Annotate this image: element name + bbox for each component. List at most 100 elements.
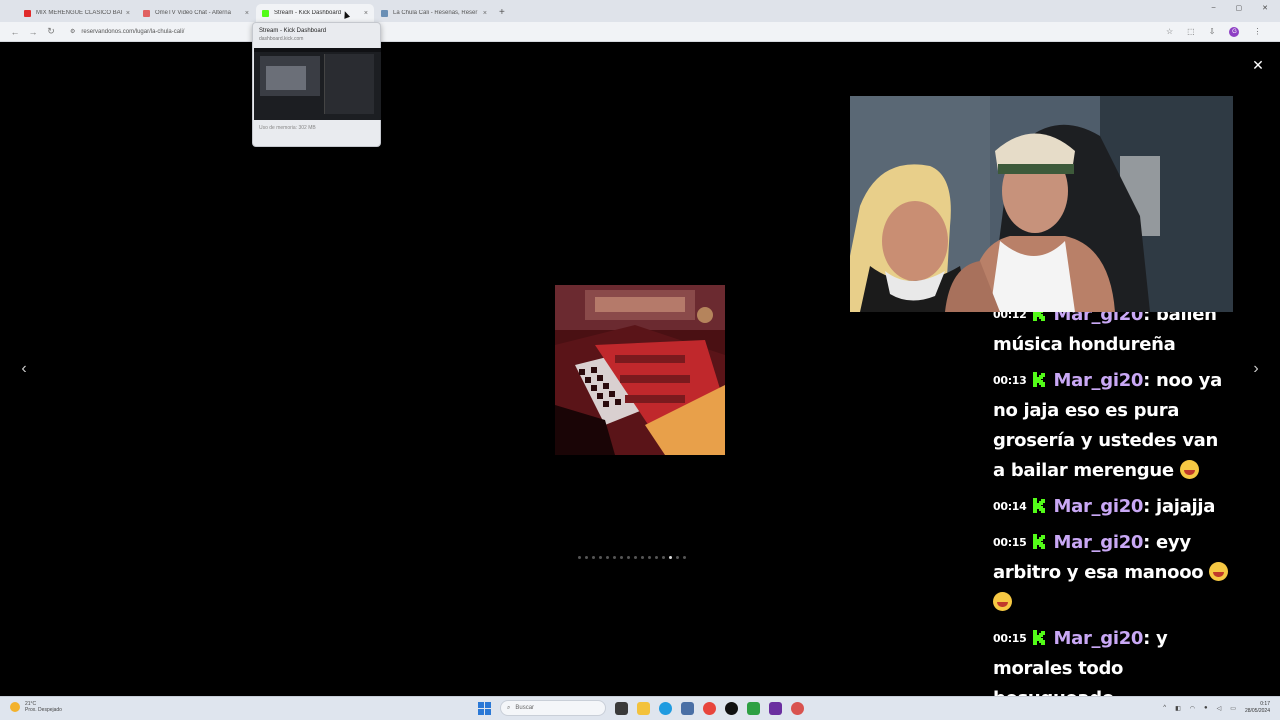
chat-message: 00:14 Mar_gi20: jajajja xyxy=(993,492,1233,522)
chrome-icon[interactable] xyxy=(703,701,716,715)
pagination-dot[interactable] xyxy=(585,556,588,559)
reload-icon[interactable]: ↻ xyxy=(42,26,60,37)
pagination-dot[interactable] xyxy=(662,556,665,559)
obs-icon[interactable] xyxy=(769,701,782,715)
pagination-dot[interactable] xyxy=(669,556,672,559)
site-info-icon[interactable]: ⚙ xyxy=(70,28,75,35)
ometv-icon xyxy=(143,9,150,17)
pagination-dot[interactable] xyxy=(613,556,616,559)
chat-timestamp: 00:15 xyxy=(993,536,1027,549)
kick-badge-icon xyxy=(1032,630,1045,645)
pagination-dot[interactable] xyxy=(655,556,658,559)
edge-icon[interactable] xyxy=(659,701,672,715)
laughing-emoji-icon xyxy=(993,592,1012,611)
screen: MIX MERENGUE CLASICO BAI... × OmeTV Vide… xyxy=(0,0,1280,720)
tray-chevron-icon[interactable]: ^ xyxy=(1163,705,1166,711)
taskbar-search[interactable]: ⌕ Buscar xyxy=(500,700,606,716)
chat-username[interactable]: Mar_gi20 xyxy=(1054,370,1144,391)
next-image-button[interactable]: › xyxy=(1248,360,1264,378)
search-icon: ⌕ xyxy=(507,704,511,711)
close-tab-icon[interactable]: × xyxy=(245,10,249,17)
chat-username[interactable]: Mar_gi20 xyxy=(1054,532,1144,553)
minimize-button[interactable]: – xyxy=(1212,4,1216,12)
chat-message: 00:12 Mar_gi20: bailen música hondureña xyxy=(993,312,1233,360)
wifi-icon[interactable]: ◠ xyxy=(1190,705,1195,712)
weather-widget[interactable]: 21°C Prox. Despejado xyxy=(10,701,62,713)
maximize-button[interactable]: ▢ xyxy=(1236,4,1243,12)
url-field[interactable]: ⚙ reservandonos.com/lugar/la-chula-cali/ xyxy=(66,25,1156,39)
close-tab-icon[interactable]: × xyxy=(483,10,487,17)
window-controls: – ▢ ✕ xyxy=(1212,4,1268,12)
pagination-dot[interactable] xyxy=(683,556,686,559)
tiktok-icon[interactable] xyxy=(725,701,738,715)
preview-thumbnail xyxy=(254,48,381,120)
kick-badge-icon xyxy=(1032,312,1045,321)
windows-start-icon[interactable] xyxy=(478,701,491,715)
kick-badge-icon xyxy=(1032,372,1045,387)
volume-icon[interactable]: ◁ xyxy=(1217,705,1222,712)
system-clock[interactable]: 0:17 28/05/2024 xyxy=(1245,701,1270,715)
preview-title: Stream - Kick Dashboard xyxy=(259,28,327,34)
chat-username[interactable]: Mar_gi20 xyxy=(1054,312,1144,325)
chat-message: 00:15 Mar_gi20: eyy arbitro y esa manooo xyxy=(993,528,1233,618)
store-icon[interactable] xyxy=(681,701,694,715)
back-icon[interactable]: ← xyxy=(6,27,24,37)
kick-chat-overlay: 00:12 Mar_gi20: bailen música hondureña 00… xyxy=(993,312,1233,696)
chat-text: : jajajja xyxy=(1143,496,1216,517)
app-icon[interactable] xyxy=(791,701,804,715)
browser-tab-3[interactable]: Stream - Kick Dashboard × xyxy=(256,4,374,22)
extensions-icon[interactable]: ⬚ xyxy=(1187,27,1195,36)
browser-tab-4[interactable]: La Chula Cali - Reseñas, Reser × xyxy=(375,4,493,22)
pagination-dot[interactable] xyxy=(578,556,581,559)
pagination-dot[interactable] xyxy=(627,556,630,559)
venue-photo xyxy=(555,285,725,455)
pagination-dot[interactable] xyxy=(606,556,609,559)
close-tab-icon[interactable]: × xyxy=(126,10,130,17)
address-bar: ← → ↻ ⚙ reservandonos.com/lugar/la-chula… xyxy=(0,22,1280,42)
forward-icon[interactable]: → xyxy=(24,27,42,37)
taskbar-apps: ⌕ Buscar xyxy=(478,700,804,716)
battery-icon[interactable]: ▭ xyxy=(1230,705,1236,712)
close-tab-icon[interactable]: × xyxy=(364,10,368,17)
url-text: reservandonos.com/lugar/la-chula-cali/ xyxy=(81,28,185,35)
mic-icon[interactable]: ● xyxy=(1204,705,1208,711)
pagination-dot[interactable] xyxy=(599,556,602,559)
tab-hover-preview: Stream - Kick Dashboard dashboard.kick.c… xyxy=(252,22,381,147)
venue-interior-illustration xyxy=(555,285,725,455)
network-icon[interactable]: ◧ xyxy=(1175,705,1181,712)
close-window-button[interactable]: ✕ xyxy=(1262,4,1268,12)
bookmark-star-icon[interactable]: ☆ xyxy=(1166,27,1173,36)
task-view-icon[interactable] xyxy=(615,701,628,715)
windows-taskbar: 21°C Prox. Despejado ⌕ Buscar ^ ◧ ◠ ● ◁ … xyxy=(0,696,1280,720)
pagination-dot[interactable] xyxy=(641,556,644,559)
chat-username[interactable]: Mar_gi20 xyxy=(1054,628,1144,649)
streamer-webcam xyxy=(850,96,1233,312)
pagination-dot[interactable] xyxy=(592,556,595,559)
previous-image-button[interactable]: ‹ xyxy=(16,360,32,378)
file-explorer-icon[interactable] xyxy=(637,701,650,715)
chat-message: 00:15Mar_gi20: y morales todo besuqueado xyxy=(993,624,1233,696)
browser-tab-2[interactable]: OmeTV Video Chat - Alterna × xyxy=(137,4,255,22)
pagination-dot[interactable] xyxy=(620,556,623,559)
chat-timestamp: 00:13 xyxy=(993,374,1027,387)
tab-title: La Chula Cali - Reseñas, Reser xyxy=(393,10,478,16)
chat-username[interactable]: Mar_gi20 xyxy=(1054,496,1144,517)
browser-tab-1[interactable]: MIX MERENGUE CLASICO BAI... × xyxy=(18,4,136,22)
webcam-scene-illustration xyxy=(850,96,1233,312)
pagination-dot[interactable] xyxy=(648,556,651,559)
toolbar-icons: ☆ ⬚ ⇩ G ⋮ xyxy=(1166,26,1261,37)
chat-timestamp: 00:14 xyxy=(993,500,1027,513)
menu-icon[interactable]: ⋮ xyxy=(1253,27,1261,36)
close-gallery-button[interactable]: ✕ xyxy=(1250,57,1266,73)
pagination-dot[interactable] xyxy=(634,556,637,559)
xbox-icon[interactable] xyxy=(747,701,760,715)
clock-date: 28/05/2024 xyxy=(1244,708,1270,714)
pagination-dot[interactable] xyxy=(676,556,679,559)
clock-time: 0:17 xyxy=(1260,701,1270,707)
downloads-icon[interactable]: ⇩ xyxy=(1209,27,1216,36)
gallery-pagination xyxy=(578,556,686,559)
browser-tab-bar: MIX MERENGUE CLASICO BAI... × OmeTV Vide… xyxy=(0,0,1280,22)
site-icon xyxy=(381,9,388,17)
profile-avatar[interactable]: G xyxy=(1229,26,1240,37)
new-tab-button[interactable]: + xyxy=(494,4,510,22)
